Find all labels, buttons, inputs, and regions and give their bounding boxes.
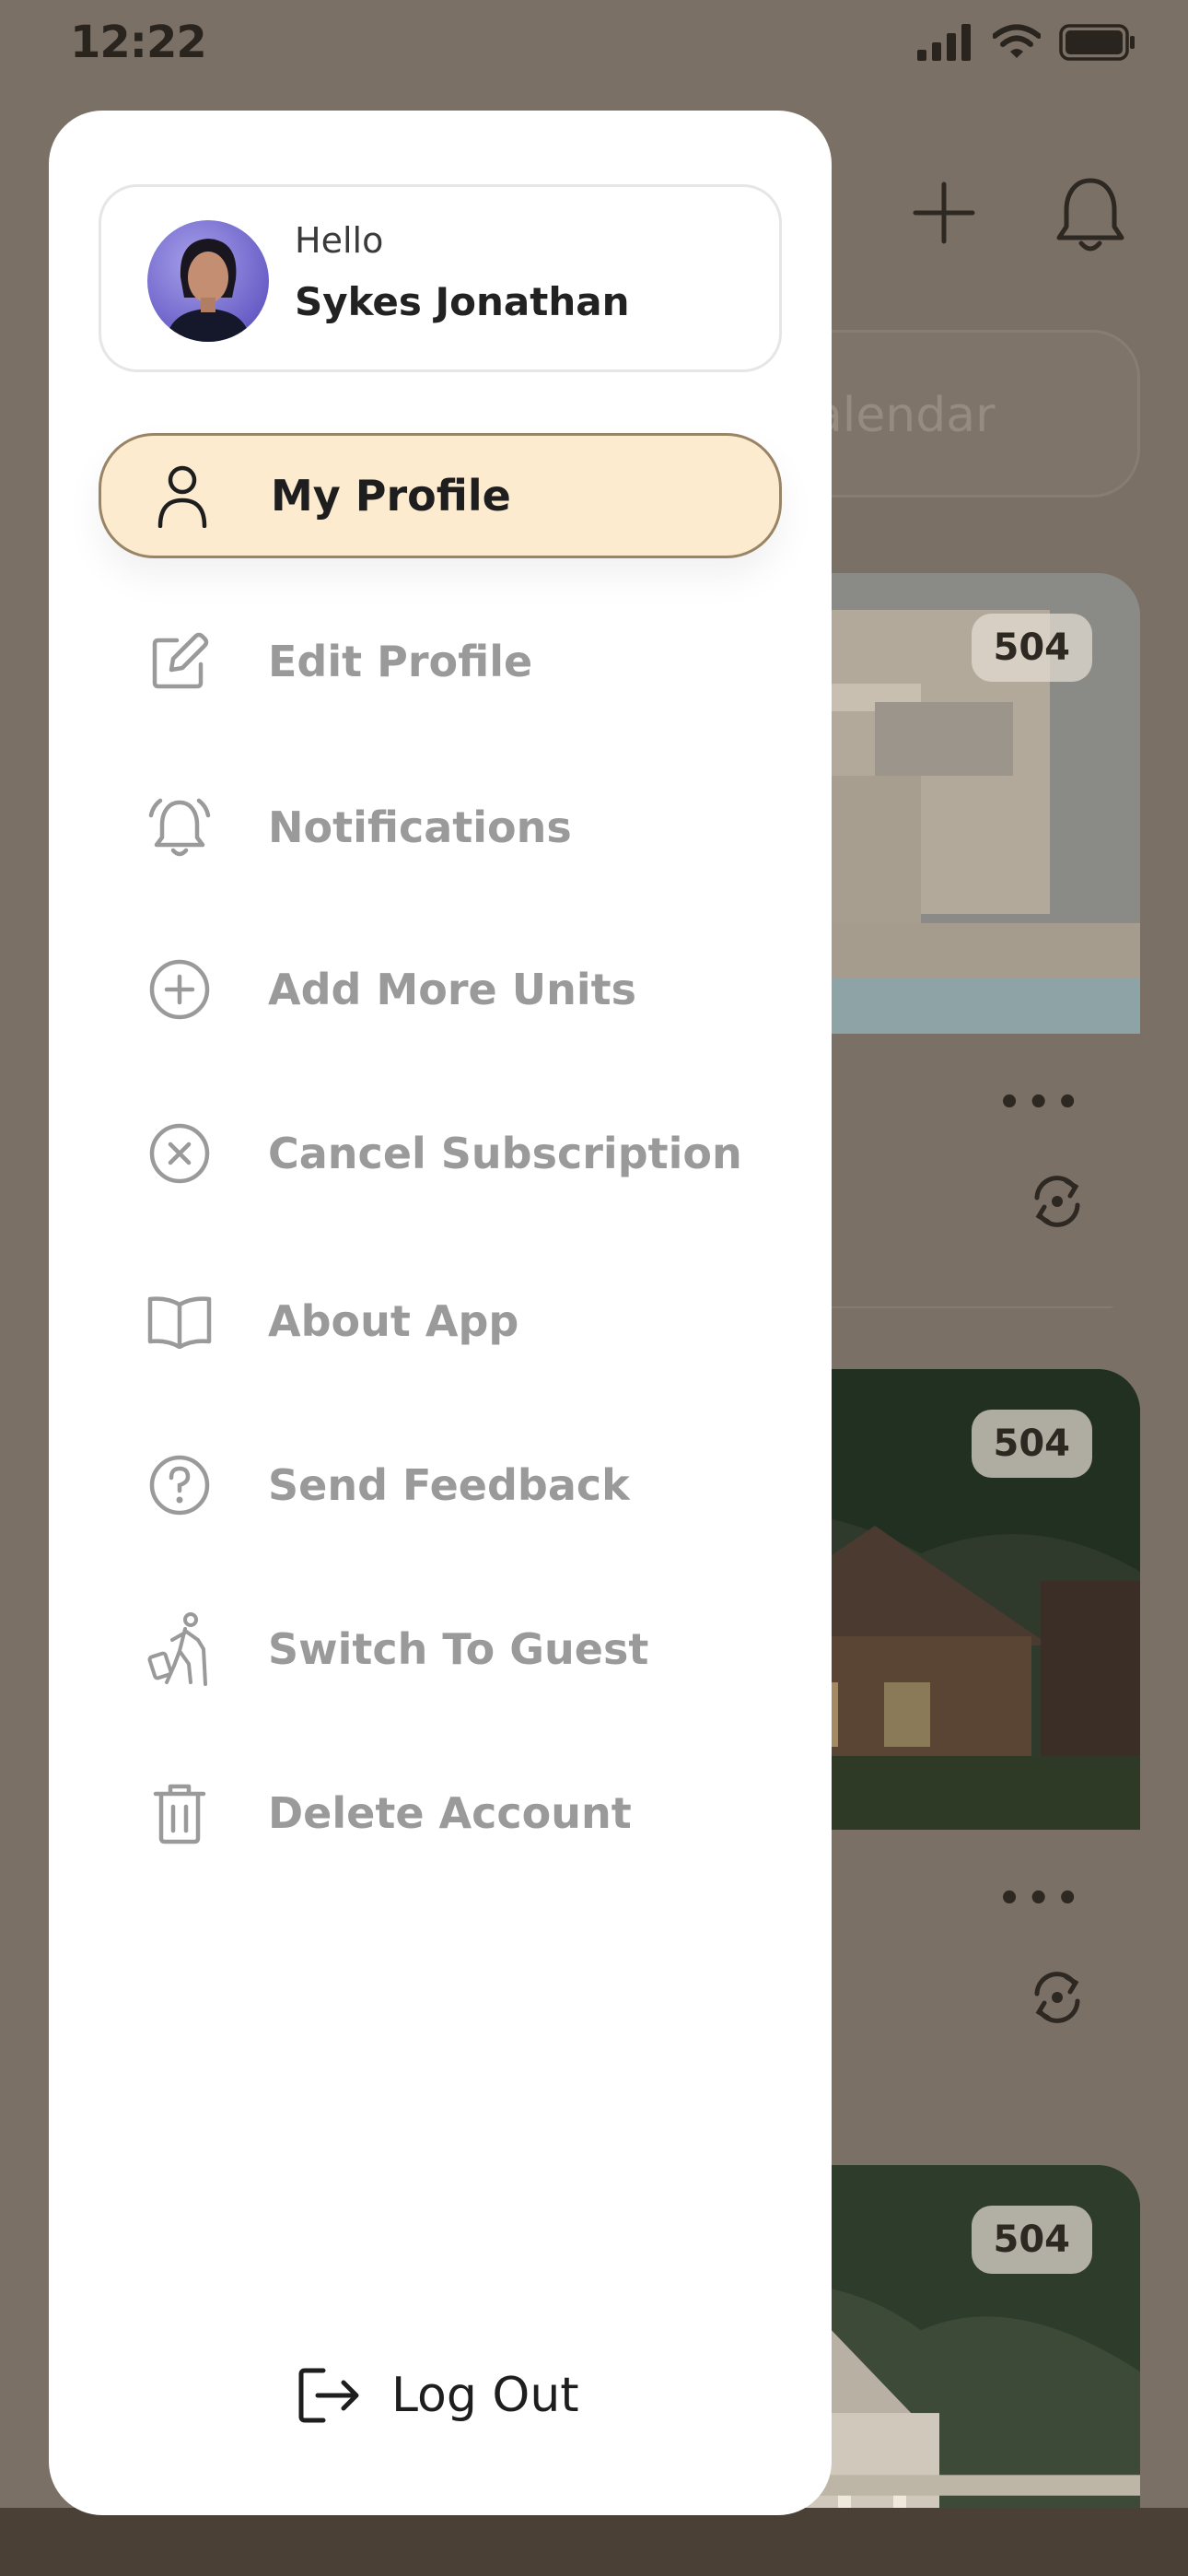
menu-label: Send Feedback — [268, 1460, 630, 1510]
navigation-drawer: Hello Sykes Jonathan My Profile Edit Pro… — [49, 111, 832, 2515]
trash-icon — [146, 1780, 213, 1846]
plus-circle-icon — [146, 956, 213, 1023]
unit-count-badge: 504 — [971, 1410, 1092, 1478]
more-options-icon[interactable]: ••• — [997, 1082, 1085, 1124]
bell-icon[interactable] — [1054, 175, 1127, 254]
x-circle-icon — [146, 1120, 213, 1187]
wifi-icon — [993, 24, 1041, 58]
logout-label: Log Out — [391, 2368, 579, 2423]
unit-count-badge: 504 — [971, 2206, 1092, 2274]
battery-icon — [1059, 24, 1135, 61]
bottom-content-strip — [0, 2508, 1188, 2576]
menu-label: Delete Account — [268, 1788, 632, 1838]
menu-label: About App — [268, 1296, 519, 1346]
menu-label: Notifications — [268, 802, 572, 852]
menu-item-about-app[interactable]: About App — [99, 1259, 782, 1384]
add-icon[interactable] — [912, 181, 976, 245]
menu-item-add-more-units[interactable]: Add More Units — [99, 927, 782, 1052]
menu-item-edit-profile[interactable]: Edit Profile — [99, 599, 782, 724]
menu-label: Cancel Subscription — [268, 1129, 742, 1178]
sync-icon[interactable] — [1028, 1968, 1087, 2027]
status-icons — [917, 24, 1136, 61]
menu-label: Switch To Guest — [268, 1624, 649, 1674]
avatar-portrait — [166, 239, 250, 342]
menu-label: Add More Units — [268, 965, 636, 1014]
user-icon — [149, 463, 215, 529]
edit-icon — [146, 628, 213, 695]
user-name: Sykes Jonathan — [295, 279, 630, 324]
status-time: 12:22 — [70, 17, 207, 68]
menu-label: Edit Profile — [268, 637, 533, 686]
unit-count-badge: 504 — [971, 614, 1092, 682]
book-icon — [146, 1288, 213, 1354]
signal-icon — [917, 24, 971, 61]
status-bar: 12:22 — [0, 0, 1188, 92]
menu-item-delete-account[interactable]: Delete Account — [99, 1751, 782, 1876]
sync-icon[interactable] — [1028, 1172, 1087, 1231]
help-circle-icon — [146, 1452, 213, 1518]
traveler-icon — [146, 1612, 213, 1686]
avatar — [147, 220, 269, 342]
logout-icon — [298, 2368, 359, 2423]
bell-icon — [146, 794, 213, 861]
more-options-icon[interactable]: ••• — [997, 1878, 1085, 1920]
menu-item-notifications[interactable]: Notifications — [99, 765, 782, 890]
profile-card[interactable]: Hello Sykes Jonathan — [99, 184, 782, 372]
menu-item-switch-to-guest[interactable]: Switch To Guest — [99, 1587, 782, 1712]
calendar-search-text: alendar — [813, 388, 996, 443]
menu-item-send-feedback[interactable]: Send Feedback — [99, 1423, 782, 1548]
logout-button[interactable]: Log Out — [297, 2359, 579, 2432]
menu-item-cancel-subscription[interactable]: Cancel Subscription — [99, 1091, 782, 1216]
menu-item-my-profile[interactable]: My Profile — [99, 433, 782, 558]
greeting-text: Hello — [295, 220, 384, 261]
menu-label: My Profile — [271, 471, 511, 521]
